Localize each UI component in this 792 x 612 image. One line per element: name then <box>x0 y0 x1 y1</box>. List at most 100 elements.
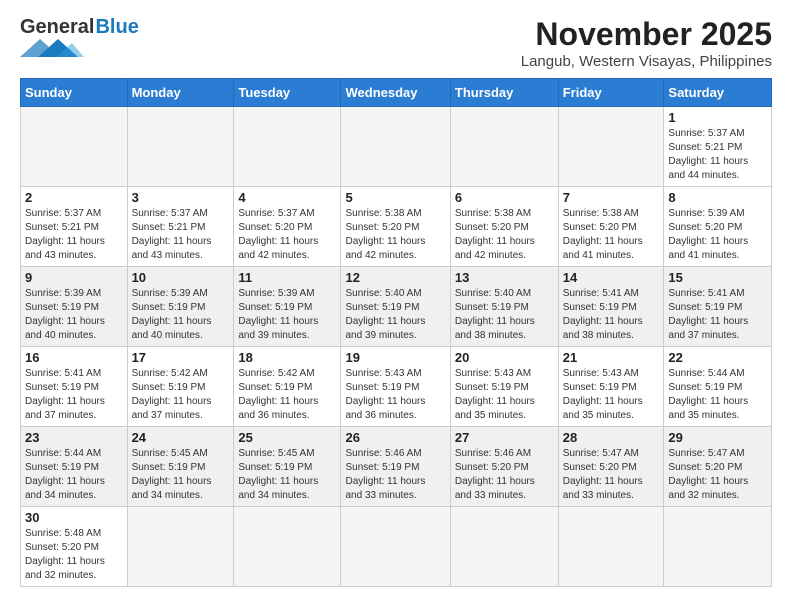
calendar-day: 4Sunrise: 5:37 AM Sunset: 5:20 PM Daylig… <box>234 187 341 267</box>
day-number: 23 <box>25 430 123 445</box>
calendar-day: 14 Sunrise: 5:41 AM Sunset: 5:19 PM Dayli… <box>558 267 664 347</box>
day-info: Sunrise: 5:39 AM Sunset: 5:19 PM Dayligh… <box>132 287 230 343</box>
day-number: 2 <box>25 190 123 205</box>
calendar-day: 19Sunrise: 5:43 AM Sunset: 5:19 PM Dayli… <box>341 347 450 427</box>
calendar-day: 17 Sunrise: 5:42 AM Sunset: 5:19 PM Dayli… <box>127 347 234 427</box>
day-number: 16 <box>25 350 123 365</box>
day-info: Sunrise: 5:38 AM Sunset: 5:20 PM Dayligh… <box>563 207 660 263</box>
day-info: Sunrise: 5:37 AM Sunset: 5:21 PM Dayligh… <box>25 207 123 263</box>
day-info: Sunrise: 5:44 AM Sunset: 5:19 PM Dayligh… <box>25 447 123 503</box>
logo-blue: Blue <box>95 16 138 39</box>
day-number: 28 <box>563 430 660 445</box>
calendar-day: 21Sunrise: 5:43 AM Sunset: 5:19 PM Dayli… <box>558 347 664 427</box>
calendar-week-4: 16 Sunrise: 5:41 AM Sunset: 5:19 PM Dayli… <box>21 347 772 427</box>
day-info: Sunrise: 5:40 AM Sunset: 5:19 PM Dayligh… <box>455 287 554 343</box>
day-number: 5 <box>345 190 445 205</box>
day-number: 1 <box>668 110 767 125</box>
day-info: Sunrise: 5:43 AM Sunset: 5:19 PM Dayligh… <box>563 367 660 423</box>
calendar-day: 27 Sunrise: 5:46 AM Sunset: 5:20 PM Dayli… <box>450 427 558 507</box>
calendar-day: 23 Sunrise: 5:44 AM Sunset: 5:19 PM Dayli… <box>21 427 128 507</box>
day-info: Sunrise: 5:45 AM Sunset: 5:19 PM Dayligh… <box>132 447 230 503</box>
day-number: 14 <box>563 270 660 285</box>
calendar-table: SundayMondayTuesdayWednesdayThursdayFrid… <box>20 78 772 587</box>
day-info: Sunrise: 5:44 AM Sunset: 5:19 PM Dayligh… <box>668 367 767 423</box>
calendar-day: 7 Sunrise: 5:38 AM Sunset: 5:20 PM Daylig… <box>558 187 664 267</box>
day-info: Sunrise: 5:43 AM Sunset: 5:19 PM Dayligh… <box>455 367 554 423</box>
calendar-day: 13 Sunrise: 5:40 AM Sunset: 5:19 PM Dayli… <box>450 267 558 347</box>
calendar-day: 5 Sunrise: 5:38 AM Sunset: 5:20 PM Daylig… <box>341 187 450 267</box>
day-info: Sunrise: 5:46 AM Sunset: 5:20 PM Dayligh… <box>455 447 554 503</box>
day-info: Sunrise: 5:43 AM Sunset: 5:19 PM Dayligh… <box>345 367 445 423</box>
day-info: Sunrise: 5:39 AM Sunset: 5:19 PM Dayligh… <box>25 287 123 343</box>
calendar-day: 8 Sunrise: 5:39 AM Sunset: 5:20 PM Daylig… <box>664 187 772 267</box>
calendar-day: 2 Sunrise: 5:37 AM Sunset: 5:21 PM Daylig… <box>21 187 128 267</box>
calendar-day <box>558 507 664 587</box>
title-area: November 2025 Langub, Western Visayas, P… <box>521 16 772 70</box>
day-number: 8 <box>668 190 767 205</box>
day-number: 17 <box>132 350 230 365</box>
day-info: Sunrise: 5:39 AM Sunset: 5:20 PM Dayligh… <box>668 207 767 263</box>
calendar-day: 12 Sunrise: 5:40 AM Sunset: 5:19 PM Dayli… <box>341 267 450 347</box>
calendar-day: 18Sunrise: 5:42 AM Sunset: 5:19 PM Dayli… <box>234 347 341 427</box>
calendar-day: 15Sunrise: 5:41 AM Sunset: 5:19 PM Dayli… <box>664 267 772 347</box>
day-info: Sunrise: 5:41 AM Sunset: 5:19 PM Dayligh… <box>563 287 660 343</box>
day-info: Sunrise: 5:48 AM Sunset: 5:20 PM Dayligh… <box>25 527 123 583</box>
calendar-day <box>341 507 450 587</box>
header: General Blue November 2025 Langub, Weste… <box>20 16 772 70</box>
calendar-week-6: 30 Sunrise: 5:48 AM Sunset: 5:20 PM Dayli… <box>21 507 772 587</box>
day-info: Sunrise: 5:37 AM Sunset: 5:21 PM Dayligh… <box>668 127 767 183</box>
day-number: 30 <box>25 510 123 525</box>
day-number: 20 <box>455 350 554 365</box>
calendar-day: 9 Sunrise: 5:39 AM Sunset: 5:19 PM Daylig… <box>21 267 128 347</box>
weekday-header-wednesday: Wednesday <box>341 79 450 107</box>
calendar-day <box>127 107 234 187</box>
calendar-day: 10Sunrise: 5:39 AM Sunset: 5:19 PM Dayli… <box>127 267 234 347</box>
day-number: 7 <box>563 190 660 205</box>
calendar-week-1: 1 Sunrise: 5:37 AM Sunset: 5:21 PM Daylig… <box>21 107 772 187</box>
calendar-day <box>664 507 772 587</box>
calendar-week-5: 23 Sunrise: 5:44 AM Sunset: 5:19 PM Dayli… <box>21 427 772 507</box>
calendar-day: 6 Sunrise: 5:38 AM Sunset: 5:20 PM Daylig… <box>450 187 558 267</box>
calendar-body: 1 Sunrise: 5:37 AM Sunset: 5:21 PM Daylig… <box>21 107 772 587</box>
day-number: 27 <box>455 430 554 445</box>
weekday-header-saturday: Saturday <box>664 79 772 107</box>
calendar-day <box>234 507 341 587</box>
weekday-header-monday: Monday <box>127 79 234 107</box>
day-info: Sunrise: 5:42 AM Sunset: 5:19 PM Dayligh… <box>132 367 230 423</box>
weekday-header-row: SundayMondayTuesdayWednesdayThursdayFrid… <box>21 79 772 107</box>
day-number: 22 <box>668 350 767 365</box>
day-number: 24 <box>132 430 230 445</box>
calendar-header: SundayMondayTuesdayWednesdayThursdayFrid… <box>21 79 772 107</box>
day-info: Sunrise: 5:38 AM Sunset: 5:20 PM Dayligh… <box>345 207 445 263</box>
day-info: Sunrise: 5:37 AM Sunset: 5:21 PM Dayligh… <box>132 207 230 263</box>
calendar-day: 26Sunrise: 5:46 AM Sunset: 5:19 PM Dayli… <box>341 427 450 507</box>
calendar-day <box>450 107 558 187</box>
calendar-day <box>558 107 664 187</box>
weekday-header-friday: Friday <box>558 79 664 107</box>
day-info: Sunrise: 5:41 AM Sunset: 5:19 PM Dayligh… <box>25 367 123 423</box>
day-info: Sunrise: 5:45 AM Sunset: 5:19 PM Dayligh… <box>238 447 336 503</box>
day-number: 25 <box>238 430 336 445</box>
day-number: 9 <box>25 270 123 285</box>
calendar-week-3: 9 Sunrise: 5:39 AM Sunset: 5:19 PM Daylig… <box>21 267 772 347</box>
day-number: 6 <box>455 190 554 205</box>
day-number: 29 <box>668 430 767 445</box>
calendar-day: 3Sunrise: 5:37 AM Sunset: 5:21 PM Daylig… <box>127 187 234 267</box>
day-info: Sunrise: 5:38 AM Sunset: 5:20 PM Dayligh… <box>455 207 554 263</box>
day-number: 13 <box>455 270 554 285</box>
calendar-day: 11Sunrise: 5:39 AM Sunset: 5:19 PM Dayli… <box>234 267 341 347</box>
day-info: Sunrise: 5:41 AM Sunset: 5:19 PM Dayligh… <box>668 287 767 343</box>
day-number: 26 <box>345 430 445 445</box>
day-info: Sunrise: 5:40 AM Sunset: 5:19 PM Dayligh… <box>345 287 445 343</box>
calendar-day <box>450 507 558 587</box>
weekday-header-tuesday: Tuesday <box>234 79 341 107</box>
calendar-day: 24 Sunrise: 5:45 AM Sunset: 5:19 PM Dayli… <box>127 427 234 507</box>
day-number: 12 <box>345 270 445 285</box>
calendar-day <box>127 507 234 587</box>
calendar-day: 25 Sunrise: 5:45 AM Sunset: 5:19 PM Dayli… <box>234 427 341 507</box>
calendar-day: 29Sunrise: 5:47 AM Sunset: 5:20 PM Dayli… <box>664 427 772 507</box>
calendar-day <box>234 107 341 187</box>
day-info: Sunrise: 5:37 AM Sunset: 5:20 PM Dayligh… <box>238 207 336 263</box>
calendar-day: 30 Sunrise: 5:48 AM Sunset: 5:20 PM Dayli… <box>21 507 128 587</box>
logo-icon <box>20 39 84 57</box>
